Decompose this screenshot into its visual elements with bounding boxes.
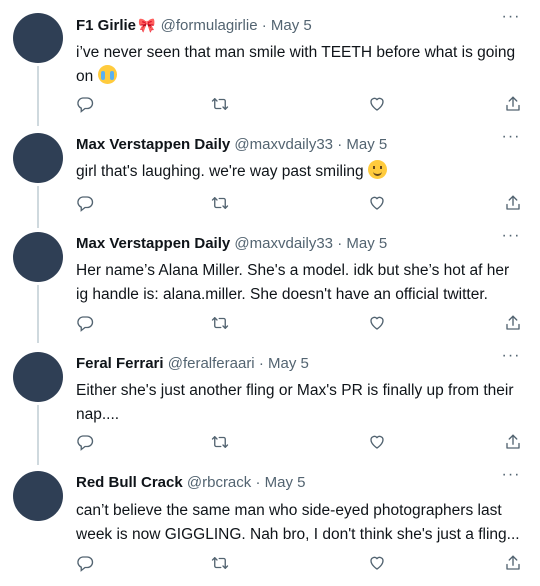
share-icon[interactable] [504, 433, 524, 453]
author-handle[interactable]: @maxvdaily33 [234, 235, 333, 252]
avatar[interactable] [13, 133, 63, 183]
reply-icon[interactable] [76, 95, 96, 115]
author-name[interactable]: Red Bull Crack [76, 474, 183, 491]
tweet-header: F1 Girlie 🎀 @formulagirlie · May 5 [76, 15, 484, 36]
avatar[interactable] [13, 471, 63, 521]
tweet-text: Her name’s Alana Miller. She's a model. … [76, 262, 510, 303]
separator: · [261, 17, 267, 34]
like-icon[interactable] [368, 554, 388, 574]
tweet-actions [76, 314, 524, 334]
tweet-actions [76, 95, 524, 115]
retweet-icon[interactable] [211, 554, 231, 574]
separator: · [258, 355, 264, 372]
like-icon[interactable] [368, 95, 388, 115]
tweet-header: Max Verstappen Daily @maxvdaily33 · May … [76, 234, 484, 254]
tweet-date[interactable]: May 5 [346, 136, 387, 153]
thread-connector-line [37, 285, 39, 343]
separator: · [337, 136, 343, 153]
tweet-text: i’ve never seen that man smile with TEET… [76, 41, 524, 89]
tweet[interactable]: Red Bull Crack @rbcrack · May 5 ··· can’… [0, 458, 540, 586]
retweet-icon[interactable] [211, 95, 231, 115]
tweet-date[interactable]: May 5 [346, 235, 387, 252]
reply-icon[interactable] [76, 314, 96, 334]
tweet-header: Feral Ferrari @feralferaari · May 5 [76, 354, 484, 374]
author-name[interactable]: Max Verstappen Daily [76, 235, 230, 252]
more-icon[interactable]: ··· [500, 9, 522, 31]
reply-icon[interactable] [76, 433, 96, 453]
thread-connector-line [37, 405, 39, 465]
author-handle[interactable]: @feralferaari [168, 355, 255, 372]
share-icon[interactable] [504, 95, 524, 115]
tweet-date[interactable]: May 5 [265, 474, 306, 491]
author-handle[interactable]: @maxvdaily33 [234, 136, 333, 153]
tweet-header: Red Bull Crack @rbcrack · May 5 [76, 473, 484, 493]
thread-connector-line [37, 66, 39, 126]
share-icon[interactable] [504, 314, 524, 334]
tweet[interactable]: Feral Ferrari @feralferaari · May 5 ··· … [0, 339, 540, 465]
tweet-text-content: girl that's laughing. we're way past smi… [76, 163, 364, 180]
more-icon[interactable]: ··· [500, 467, 522, 489]
tweet-date[interactable]: May 5 [271, 17, 312, 34]
tweet[interactable]: F1 Girlie 🎀 @formulagirlie · May 5 ··· i’… [0, 0, 540, 126]
author-name[interactable]: F1 Girlie [76, 17, 136, 34]
tweet-text: girl that's laughing. we're way past smi… [76, 160, 524, 184]
share-icon[interactable] [504, 554, 524, 574]
tweet-text: can’t believe the same man who side-eyed… [76, 502, 520, 543]
avatar[interactable] [13, 13, 63, 63]
author-handle[interactable]: @rbcrack [187, 474, 251, 491]
avatar[interactable] [13, 232, 63, 282]
more-icon[interactable]: ··· [500, 348, 522, 370]
more-icon[interactable]: ··· [500, 228, 522, 250]
author-handle[interactable]: @formulagirlie [161, 17, 258, 34]
avatar[interactable] [13, 352, 63, 402]
retweet-icon[interactable] [211, 194, 231, 214]
retweet-icon[interactable] [211, 433, 231, 453]
tweet-date[interactable]: May 5 [268, 355, 309, 372]
tweet[interactable]: Max Verstappen Daily @maxvdaily33 · May … [0, 120, 540, 228]
reply-icon[interactable] [76, 194, 96, 214]
tweet-text: Either she's just another fling or Max's… [76, 382, 514, 423]
more-icon[interactable]: ··· [500, 129, 522, 151]
tweet-text-content: i’ve never seen that man smile with TEET… [76, 44, 516, 85]
tweet[interactable]: Max Verstappen Daily @maxvdaily33 · May … [0, 219, 540, 343]
tweet-actions [76, 433, 524, 453]
separator: · [337, 235, 343, 252]
loudly-crying-face-icon [97, 65, 117, 84]
tweet-header: Max Verstappen Daily @maxvdaily33 · May … [76, 135, 484, 155]
author-name[interactable]: Max Verstappen Daily [76, 136, 230, 153]
share-icon[interactable] [504, 194, 524, 214]
reply-icon[interactable] [76, 554, 96, 574]
retweet-icon[interactable] [211, 314, 231, 334]
reply-thread: F1 Girlie 🎀 @formulagirlie · May 5 ··· i’… [0, 0, 540, 586]
separator: · [255, 474, 261, 491]
like-icon[interactable] [368, 194, 388, 214]
tweet-actions [76, 554, 524, 574]
author-name[interactable]: Feral Ferrari [76, 355, 164, 372]
tweet-actions [76, 194, 524, 214]
like-icon[interactable] [368, 433, 388, 453]
slightly-smiling-face-icon [367, 160, 387, 179]
ribbon-emoji-icon: 🎀 [138, 17, 156, 33]
like-icon[interactable] [368, 314, 388, 334]
